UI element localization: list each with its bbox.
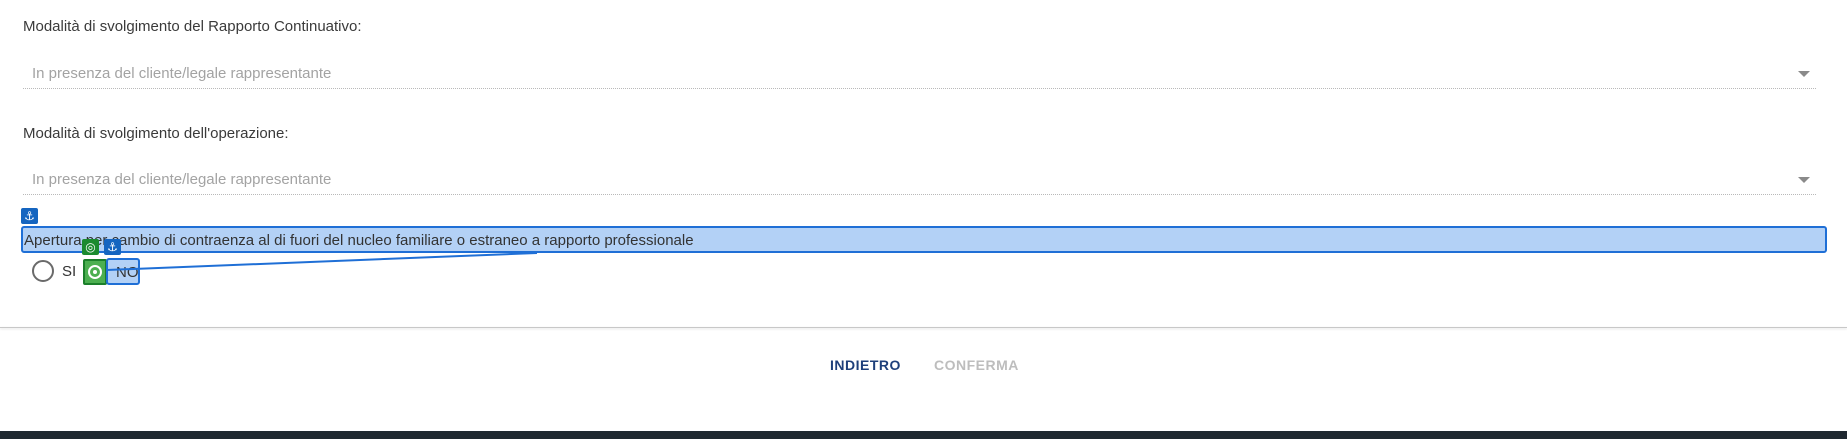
- divider: [0, 327, 1847, 328]
- confirm-button[interactable]: CONFERMA: [934, 357, 1019, 373]
- overlay-connector-line: [106, 252, 538, 271]
- taskbar: [0, 431, 1847, 439]
- page: Modalità di svolgimento del Rapporto Con…: [0, 0, 1847, 439]
- back-button[interactable]: INDIETRO: [830, 357, 901, 373]
